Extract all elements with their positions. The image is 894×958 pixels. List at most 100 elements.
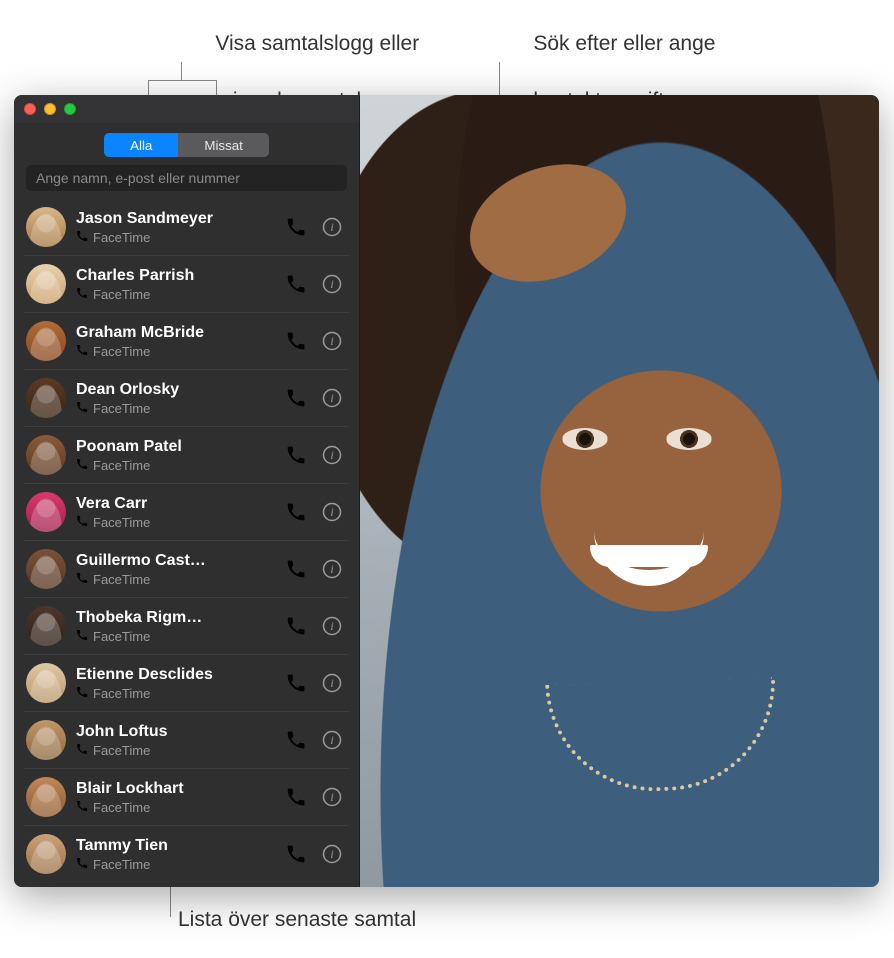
audio-call-button[interactable] <box>285 843 307 865</box>
audio-call-button[interactable] <box>285 216 307 238</box>
svg-text:i: i <box>330 847 333 861</box>
call-row[interactable]: Graham McBride FaceTime i <box>24 313 349 370</box>
contact-name: Guillermo Cast… <box>76 551 275 570</box>
row-actions: i <box>285 216 345 238</box>
call-row[interactable]: Vera Carr FaceTime i <box>24 484 349 541</box>
callout-text: Sök efter eller ange <box>533 32 715 55</box>
audio-call-button[interactable] <box>285 330 307 352</box>
recent-calls-list[interactable]: Jason Sandmeyer FaceTime i Charles Parr <box>14 199 359 887</box>
preview-illustration <box>562 428 712 454</box>
call-row[interactable]: Dean Orlosky FaceTime i <box>24 370 349 427</box>
call-row[interactable]: Guillermo Cast… FaceTime i <box>24 541 349 598</box>
call-type-label: FaceTime <box>93 515 150 531</box>
svg-text:i: i <box>330 619 333 633</box>
contact-name: Etienne Desclides <box>76 665 275 684</box>
row-actions: i <box>285 729 345 751</box>
callout-leader <box>148 80 216 81</box>
audio-call-button[interactable] <box>285 672 307 694</box>
row-actions: i <box>285 615 345 637</box>
svg-text:i: i <box>330 334 333 348</box>
call-subtitle: FaceTime <box>76 515 275 531</box>
call-subtitle: FaceTime <box>76 857 275 873</box>
info-button[interactable]: i <box>321 786 343 808</box>
call-row[interactable]: Charles Parrish FaceTime i <box>24 256 349 313</box>
preview-illustration <box>545 677 779 795</box>
audio-call-button[interactable] <box>285 444 307 466</box>
call-row[interactable]: John Loftus FaceTime i <box>24 712 349 769</box>
call-type-label: FaceTime <box>93 629 150 645</box>
call-row[interactable]: Blair Lockhart FaceTime i <box>24 769 349 826</box>
avatar <box>26 264 66 304</box>
info-button[interactable]: i <box>321 558 343 580</box>
svg-text:i: i <box>330 733 333 747</box>
svg-text:i: i <box>330 277 333 291</box>
row-actions: i <box>285 330 345 352</box>
call-row[interactable]: Poonam Patel FaceTime i <box>24 427 349 484</box>
callout-text: Lista över senaste samtal <box>178 908 416 931</box>
audio-call-button[interactable] <box>285 273 307 295</box>
audio-call-button[interactable] <box>285 786 307 808</box>
svg-text:i: i <box>330 391 333 405</box>
call-text: Jason Sandmeyer FaceTime <box>76 209 275 246</box>
info-button[interactable]: i <box>321 672 343 694</box>
call-text: Dean Orlosky FaceTime <box>76 380 275 417</box>
info-button[interactable]: i <box>321 216 343 238</box>
contact-name: Tammy Tien <box>76 836 275 855</box>
preview-illustration <box>437 130 660 317</box>
call-subtitle: FaceTime <box>76 287 275 303</box>
search-input[interactable] <box>26 165 347 191</box>
call-subtitle: FaceTime <box>76 458 275 474</box>
info-button[interactable]: i <box>321 387 343 409</box>
search-wrap <box>14 165 359 199</box>
info-button[interactable]: i <box>321 729 343 751</box>
row-actions: i <box>285 843 345 865</box>
info-button[interactable]: i <box>321 444 343 466</box>
contact-name: Charles Parrish <box>76 266 275 285</box>
contact-name: Jason Sandmeyer <box>76 209 275 228</box>
audio-call-button[interactable] <box>285 729 307 751</box>
zoom-button[interactable] <box>64 103 76 115</box>
audio-call-button[interactable] <box>285 615 307 637</box>
phone-icon <box>76 230 88 246</box>
phone-icon <box>76 800 88 816</box>
row-actions: i <box>285 273 345 295</box>
info-button[interactable]: i <box>321 843 343 865</box>
row-actions: i <box>285 387 345 409</box>
avatar <box>26 549 66 589</box>
call-type-label: FaceTime <box>93 857 150 873</box>
avatar <box>26 663 66 703</box>
audio-call-button[interactable] <box>285 387 307 409</box>
contact-name: John Loftus <box>76 722 275 741</box>
info-button[interactable]: i <box>321 615 343 637</box>
call-type-label: FaceTime <box>93 344 150 360</box>
phone-icon <box>76 287 88 303</box>
callout-leader <box>170 882 171 917</box>
call-type-label: FaceTime <box>93 287 150 303</box>
video-preview <box>360 95 879 887</box>
call-subtitle: FaceTime <box>76 686 275 702</box>
row-actions: i <box>285 558 345 580</box>
audio-call-button[interactable] <box>285 501 307 523</box>
audio-call-button[interactable] <box>285 558 307 580</box>
info-button[interactable]: i <box>321 273 343 295</box>
svg-text:i: i <box>330 448 333 462</box>
contact-name: Dean Orlosky <box>76 380 275 399</box>
callout-recent-calls: Lista över senaste samtal <box>178 908 416 932</box>
tab-missed-calls[interactable]: Missat <box>178 133 269 157</box>
call-row[interactable]: Etienne Desclides FaceTime i <box>24 655 349 712</box>
tab-all-calls[interactable]: Alla <box>104 133 178 157</box>
close-button[interactable] <box>24 103 36 115</box>
facetime-window: Alla Missat Jason Sandmeyer FaceTime <box>14 95 879 887</box>
preview-illustration <box>594 531 704 586</box>
call-row[interactable]: Thobeka Rigm… FaceTime i <box>24 598 349 655</box>
minimize-button[interactable] <box>44 103 56 115</box>
info-button[interactable]: i <box>321 501 343 523</box>
call-row[interactable]: Tammy Tien FaceTime i <box>24 826 349 882</box>
avatar <box>26 207 66 247</box>
row-actions: i <box>285 501 345 523</box>
call-row[interactable]: Jason Sandmeyer FaceTime i <box>24 199 349 256</box>
call-subtitle: FaceTime <box>76 230 275 246</box>
info-button[interactable]: i <box>321 330 343 352</box>
avatar <box>26 378 66 418</box>
sidebar: Alla Missat Jason Sandmeyer FaceTime <box>14 95 360 887</box>
